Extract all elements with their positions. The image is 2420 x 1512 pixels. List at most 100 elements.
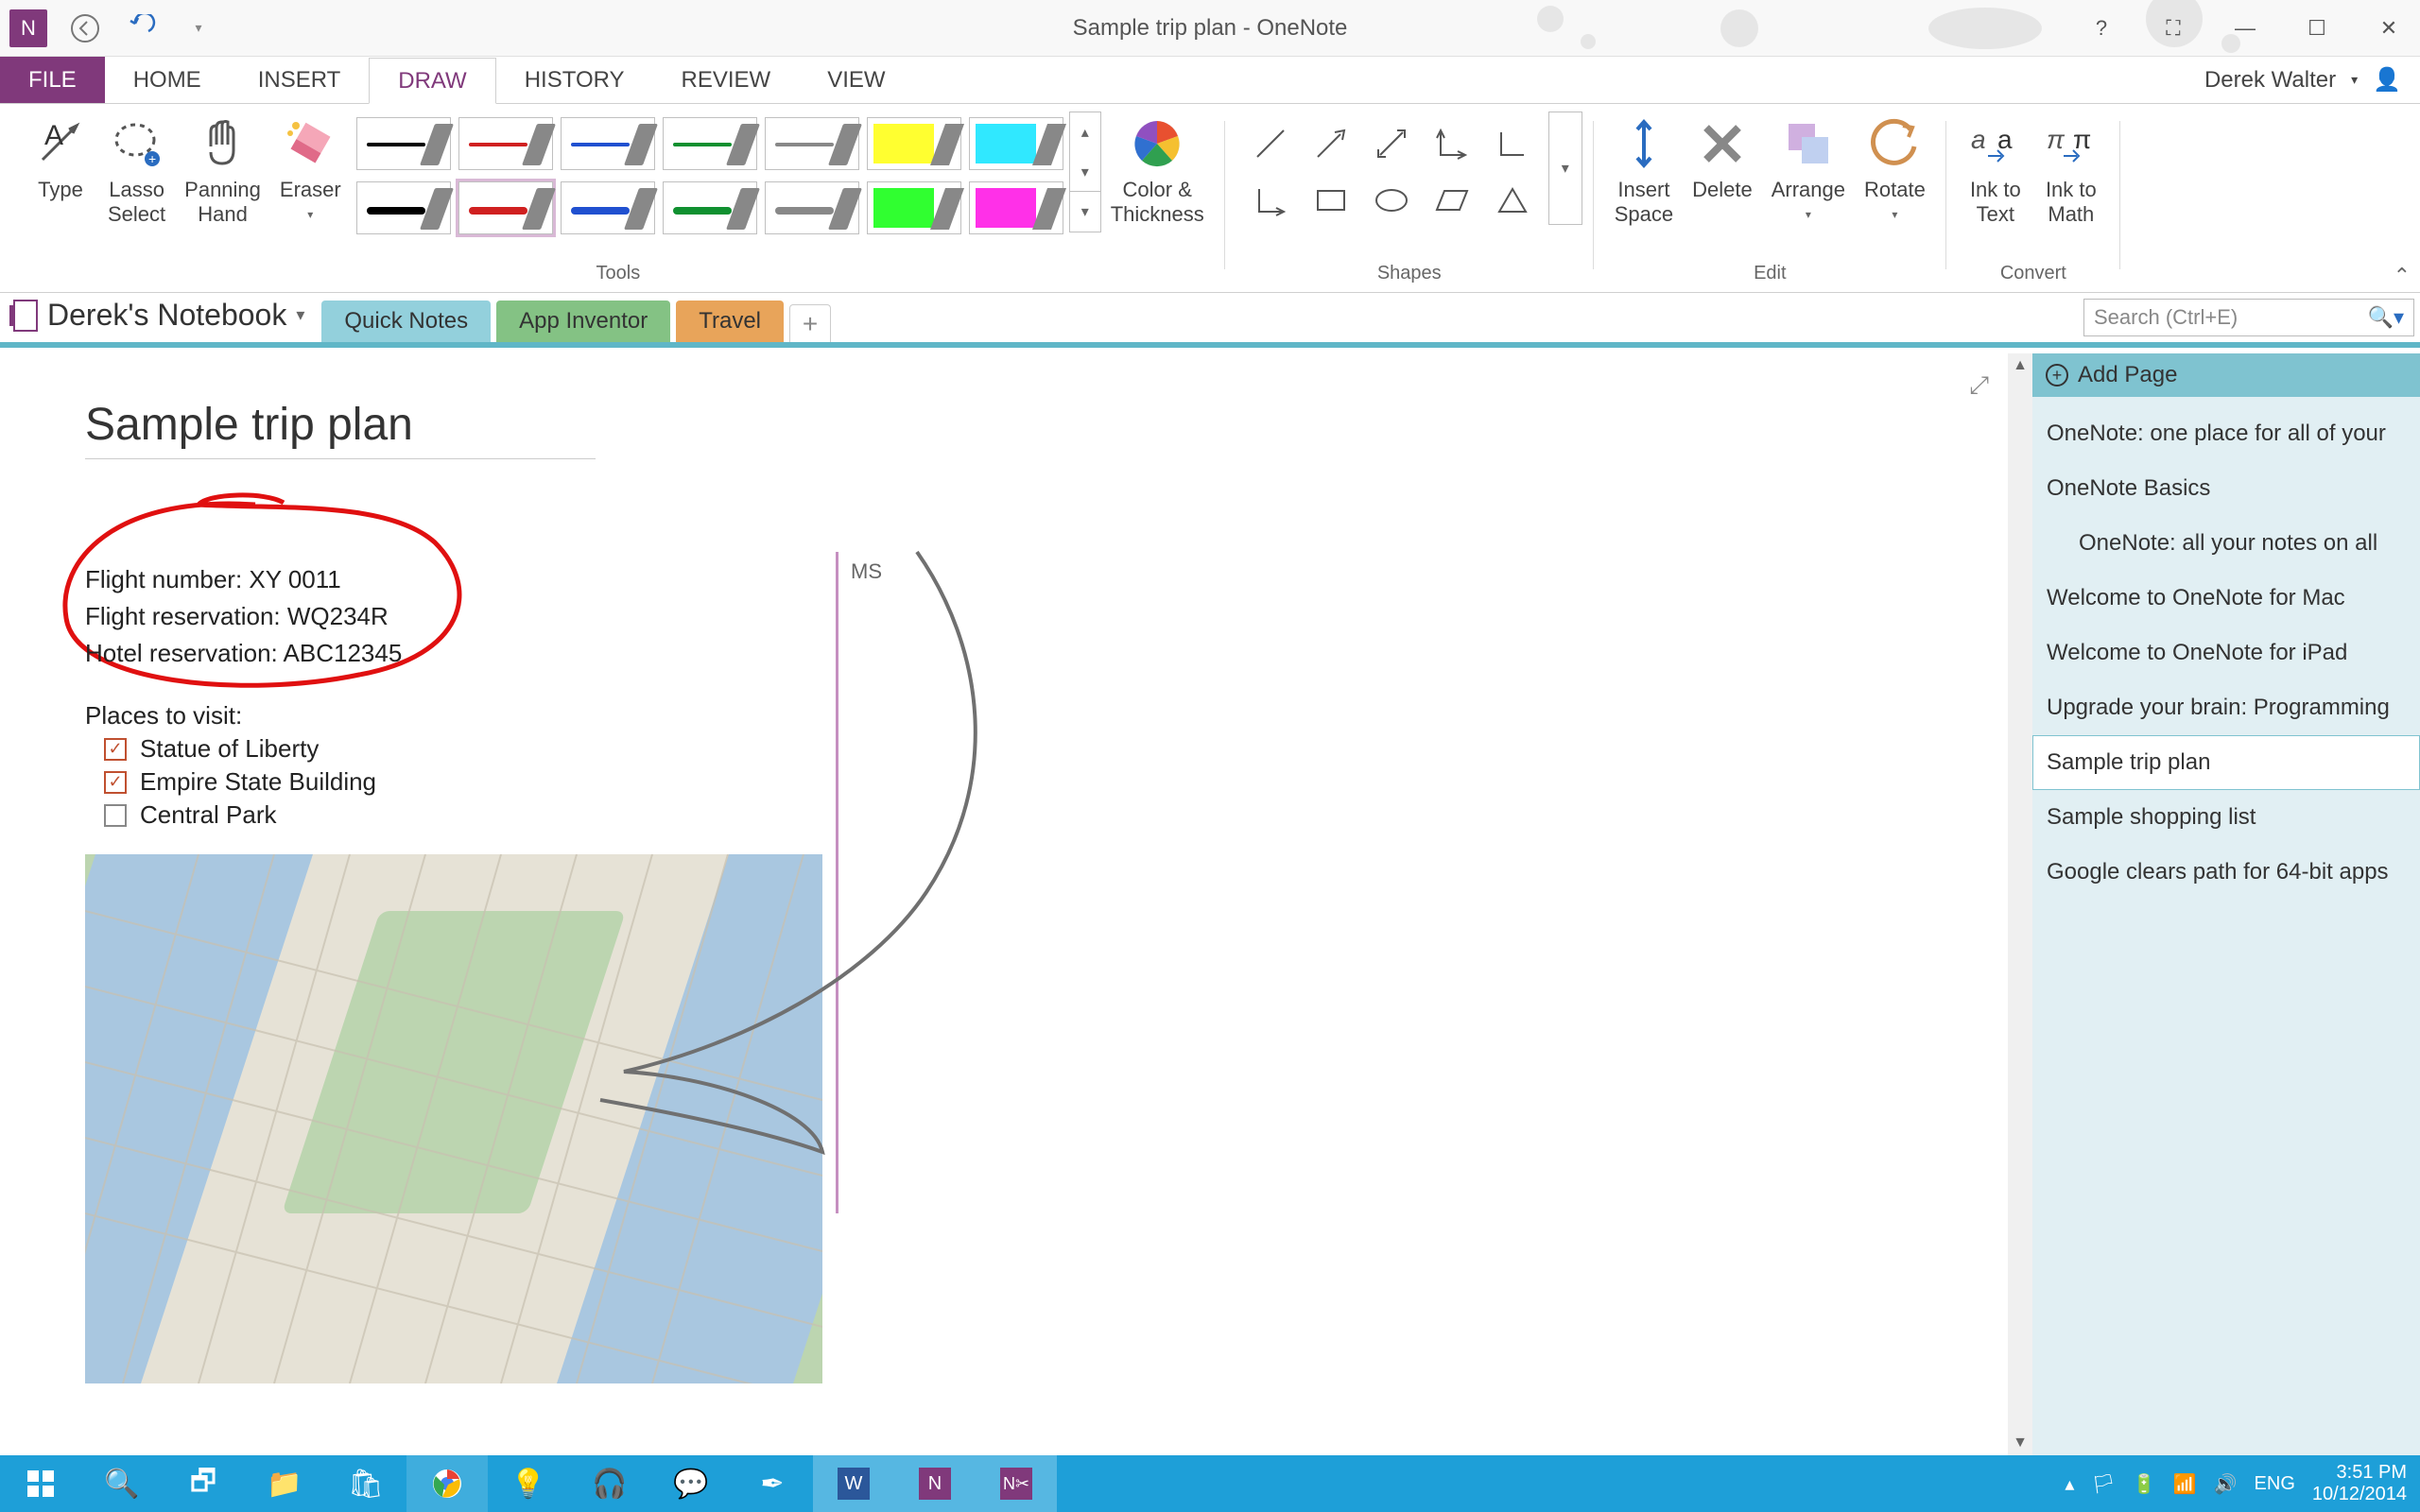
qat-customize[interactable]: ▾	[180, 9, 217, 47]
page-list-item[interactable]: Sample trip plan	[2032, 735, 2420, 790]
lasso-select-button[interactable]: + Lasso Select	[98, 112, 175, 232]
insert-space-button[interactable]: Insert Space	[1605, 112, 1683, 232]
pen-blue-thick[interactable]	[561, 181, 655, 234]
type-button[interactable]: A Type	[23, 112, 98, 206]
shape-xy-arrow[interactable]	[1424, 117, 1480, 170]
shape-line[interactable]	[1242, 117, 1299, 170]
volume-icon[interactable]: 🔊	[2214, 1472, 2238, 1496]
shape-rectangle[interactable]	[1303, 174, 1359, 227]
checkbox-unchecked-icon[interactable]	[104, 804, 127, 827]
section-tab-app-inventor[interactable]: App Inventor	[496, 301, 670, 342]
shape-elbow[interactable]	[1484, 117, 1541, 170]
page-list-item[interactable]: OneNote Basics	[2032, 461, 2420, 516]
undo-button[interactable]	[123, 9, 161, 47]
page-list-item[interactable]: OneNote: all your notes on all	[2032, 516, 2420, 571]
shape-triangle[interactable]	[1484, 174, 1541, 227]
pen-gray-thick[interactable]	[765, 181, 859, 234]
keep-button[interactable]: 💡	[488, 1455, 569, 1512]
places-block[interactable]: Places to visit: ✓Statue of Liberty ✓Emp…	[85, 701, 376, 830]
highlighter-magenta[interactable]	[969, 181, 1063, 234]
store-button[interactable]: 🛍	[325, 1455, 406, 1512]
add-page-button[interactable]: + Add Page	[2032, 353, 2420, 397]
pen-black-thin[interactable]	[356, 117, 451, 170]
highlighter-yellow[interactable]	[867, 117, 961, 170]
pen-black-thick[interactable]	[356, 181, 451, 234]
rotate-button[interactable]: Rotate▾	[1855, 112, 1935, 225]
checkbox-checked-icon[interactable]: ✓	[104, 771, 127, 794]
tab-review[interactable]: REVIEW	[653, 57, 800, 103]
maximize-button[interactable]: ☐	[2295, 9, 2339, 47]
onenote-task-button[interactable]: N	[894, 1455, 976, 1512]
chrome-button[interactable]	[406, 1455, 488, 1512]
tab-history[interactable]: HISTORY	[496, 57, 653, 103]
shape-elbow-2[interactable]	[1242, 174, 1299, 227]
ink-to-math-button[interactable]: ππ Ink to Math	[2033, 112, 2109, 232]
action-center-icon[interactable]: 🏳	[2091, 1472, 2115, 1496]
page-list-item[interactable]: Welcome to OneNote for iPad	[2032, 626, 2420, 680]
page-canvas[interactable]: ⤢ Sample trip plan Flight number: XY 001…	[0, 353, 2008, 1455]
pen-gallery[interactable]: ▴▾▾	[351, 112, 1101, 244]
audio-app-button[interactable]: 🎧	[569, 1455, 650, 1512]
eraser-button[interactable]: Eraser ▾	[270, 112, 351, 225]
arrange-button[interactable]: Arrange▾	[1762, 112, 1855, 225]
pen-gallery-more[interactable]: ▴▾▾	[1069, 112, 1101, 232]
tab-view[interactable]: VIEW	[799, 57, 913, 103]
pen-green-thin[interactable]	[663, 117, 757, 170]
start-button[interactable]	[0, 1455, 81, 1512]
ribbon-collapse-button[interactable]: ⌃	[2394, 264, 2411, 288]
pen-blue-thin[interactable]	[561, 117, 655, 170]
search-input[interactable]: Search (Ctrl+E) 🔍▾	[2083, 299, 2414, 336]
shape-arrow[interactable]	[1303, 117, 1359, 170]
full-page-view-button[interactable]: ⛶	[2152, 9, 2195, 47]
clock[interactable]: 3:51 PM 10/12/2014	[2312, 1462, 2407, 1505]
pen-gray-thin[interactable]	[765, 117, 859, 170]
delete-button[interactable]: Delete	[1683, 112, 1762, 206]
expand-canvas-icon[interactable]: ⤢	[1969, 370, 1989, 401]
section-tab-quick-notes[interactable]: Quick Notes	[321, 301, 491, 342]
page-list-item[interactable]: Google clears path for 64-bit apps	[2032, 845, 2420, 900]
onenote-clip-button[interactable]: N✂	[976, 1455, 1057, 1512]
section-tab-travel[interactable]: Travel	[676, 301, 784, 342]
back-button[interactable]	[66, 9, 104, 47]
shape-double-arrow[interactable]	[1363, 117, 1420, 170]
word-task-button[interactable]: W	[813, 1455, 894, 1512]
tab-insert[interactable]: INSERT	[230, 57, 370, 103]
checkbox-checked-icon[interactable]: ✓	[104, 738, 127, 761]
canvas-scrollbar[interactable]: ▲ ▼	[2008, 353, 2032, 1455]
highlighter-green[interactable]	[867, 181, 961, 234]
pen-red-thick[interactable]	[458, 181, 553, 234]
task-view-button[interactable]: 🗗	[163, 1455, 244, 1512]
help-button[interactable]: ?	[2080, 9, 2123, 47]
tab-home[interactable]: HOME	[105, 57, 230, 103]
tray-overflow-icon[interactable]: ▴	[2065, 1472, 2074, 1496]
page-title[interactable]: Sample trip plan	[85, 399, 596, 459]
ink-to-text-button[interactable]: aa Ink to Text	[1958, 112, 2033, 232]
color-thickness-button[interactable]: Color & Thickness	[1101, 112, 1214, 232]
panning-hand-button[interactable]: Panning Hand	[175, 112, 270, 232]
account-name[interactable]: Derek Walter	[2204, 67, 2336, 94]
page-list-item[interactable]: Sample shopping list	[2032, 790, 2420, 845]
wifi-icon[interactable]: 📶	[2173, 1472, 2197, 1496]
account-avatar-icon[interactable]: 👤	[2373, 66, 2401, 94]
page-list-item[interactable]: Upgrade your brain: Programming	[2032, 680, 2420, 735]
search-task-button[interactable]: 🔍	[81, 1455, 163, 1512]
language-indicator[interactable]: ENG	[2255, 1473, 2295, 1495]
notebook-selector[interactable]: Derek's Notebook ▾	[0, 292, 321, 342]
page-list-item[interactable]: OneNote: one place for all of your	[2032, 406, 2420, 461]
ink-app-button[interactable]: ✒	[732, 1455, 813, 1512]
tab-draw[interactable]: DRAW	[369, 58, 495, 104]
minimize-button[interactable]: —	[2223, 9, 2267, 47]
battery-icon[interactable]: 🔋	[2133, 1472, 2156, 1496]
shape-ellipse[interactable]	[1363, 174, 1420, 227]
shapes-gallery[interactable]: ▾	[1236, 112, 1582, 232]
shapes-gallery-more[interactable]: ▾	[1548, 112, 1582, 225]
shape-parallelogram[interactable]	[1424, 174, 1480, 227]
file-explorer-button[interactable]: 📁	[244, 1455, 325, 1512]
pen-green-thick[interactable]	[663, 181, 757, 234]
trip-info-block[interactable]: Flight number: XY 0011 Flight reservatio…	[85, 561, 402, 672]
close-button[interactable]: ✕	[2367, 9, 2411, 47]
tab-file[interactable]: FILE	[0, 57, 105, 103]
scroll-down-icon[interactable]: ▼	[2013, 1435, 2028, 1452]
hangouts-button[interactable]: 💬	[650, 1455, 732, 1512]
pen-red-thin[interactable]	[458, 117, 553, 170]
